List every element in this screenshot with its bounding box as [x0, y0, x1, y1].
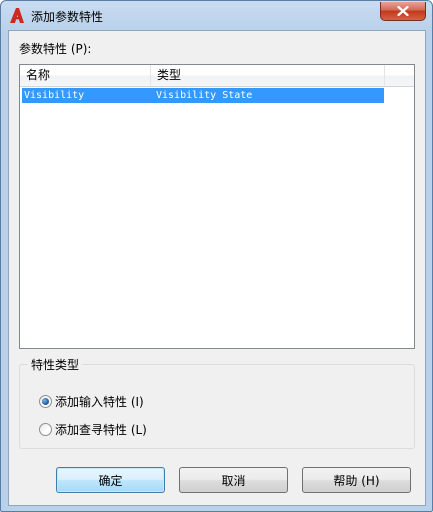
radio-button-checked[interactable] — [39, 394, 52, 408]
list-item-visibility[interactable]: Visibility Visibility State — [22, 88, 384, 103]
column-header-name[interactable]: 名称 — [20, 65, 151, 86]
window-title: 添加参数特性 — [31, 10, 104, 24]
help-button[interactable]: 帮助 (H) — [302, 467, 411, 493]
add-lookup-property-option[interactable]: 添加查寻特性 (L) — [39, 421, 147, 437]
property-type-title: 特性类型 — [28, 356, 83, 373]
list-header-filler — [384, 65, 414, 87]
list-item-type: Visibility State — [156, 90, 253, 101]
ok-button[interactable]: 确定 — [56, 467, 165, 493]
title-bar[interactable]: 添加参数特性 — [1, 1, 432, 30]
cancel-button[interactable]: 取消 — [179, 467, 288, 493]
property-type-group: 特性类型 添加输入特性 (I) 添加查寻特性 (L) — [19, 356, 415, 449]
add-input-property-label: 添加输入特性 (I) — [55, 394, 144, 409]
radio-button-unchecked[interactable] — [39, 422, 52, 436]
list-header: 名称 类型 — [20, 65, 384, 87]
dialog-window: 添加参数特性 参数特性 (P): 名称 类型 Visibility Visibi… — [0, 0, 433, 512]
close-button[interactable] — [380, 2, 426, 21]
column-header-type[interactable]: 类型 — [151, 65, 384, 86]
properties-list[interactable]: 名称 类型 Visibility Visibility State — [19, 64, 415, 349]
close-icon — [397, 6, 409, 16]
add-lookup-property-label: 添加查寻特性 (L) — [55, 422, 147, 437]
list-item-name: Visibility — [24, 90, 85, 101]
dialog-client-area: 参数特性 (P): 名称 类型 Visibility Visibility St… — [8, 30, 426, 506]
properties-label: 参数特性 (P): — [19, 42, 92, 56]
add-input-property-option[interactable]: 添加输入特性 (I) — [39, 393, 144, 409]
autocad-a-icon — [9, 7, 25, 24]
